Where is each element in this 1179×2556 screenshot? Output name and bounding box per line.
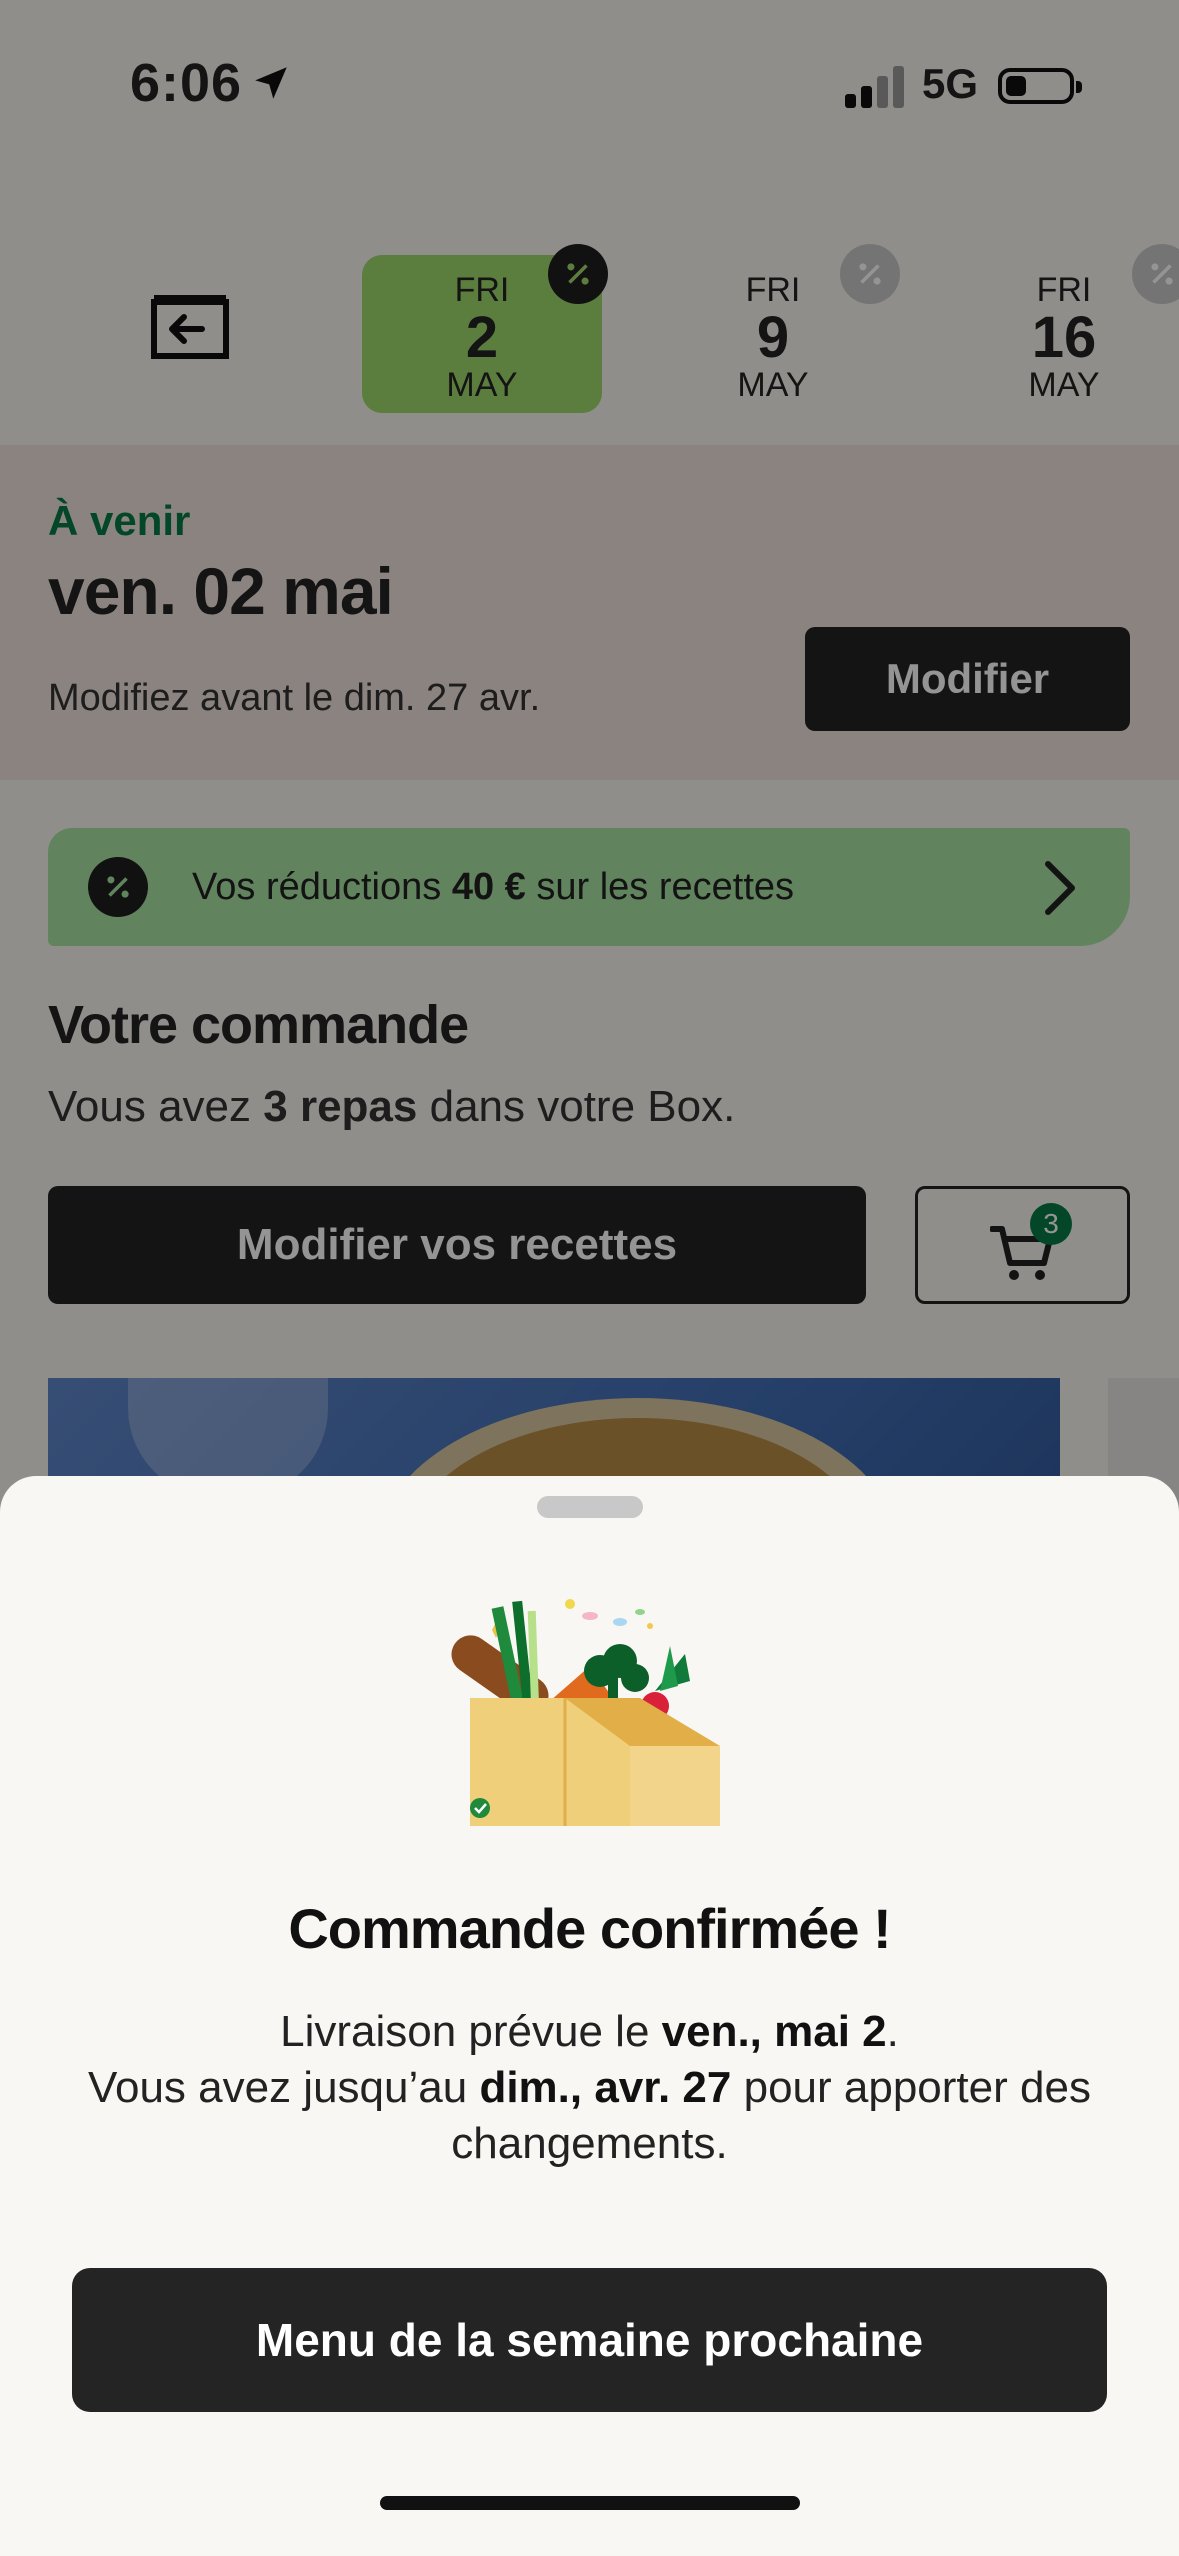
- sheet-message: Livraison prévue le ven., mai 2. Vous av…: [88, 2007, 1091, 2168]
- sheet-title: Commande confirmée !: [288, 1897, 891, 1960]
- next-week-menu-button[interactable]: Menu de la semaine prochaine: [72, 2268, 1107, 2412]
- grocery-box-illustration: [451, 1599, 720, 1826]
- home-indicator[interactable]: [380, 2496, 800, 2510]
- sheet-grabber[interactable]: [537, 1496, 643, 1518]
- confirmation-sheet: Commande confirmée ! Livraison prévue le…: [0, 1476, 1179, 2556]
